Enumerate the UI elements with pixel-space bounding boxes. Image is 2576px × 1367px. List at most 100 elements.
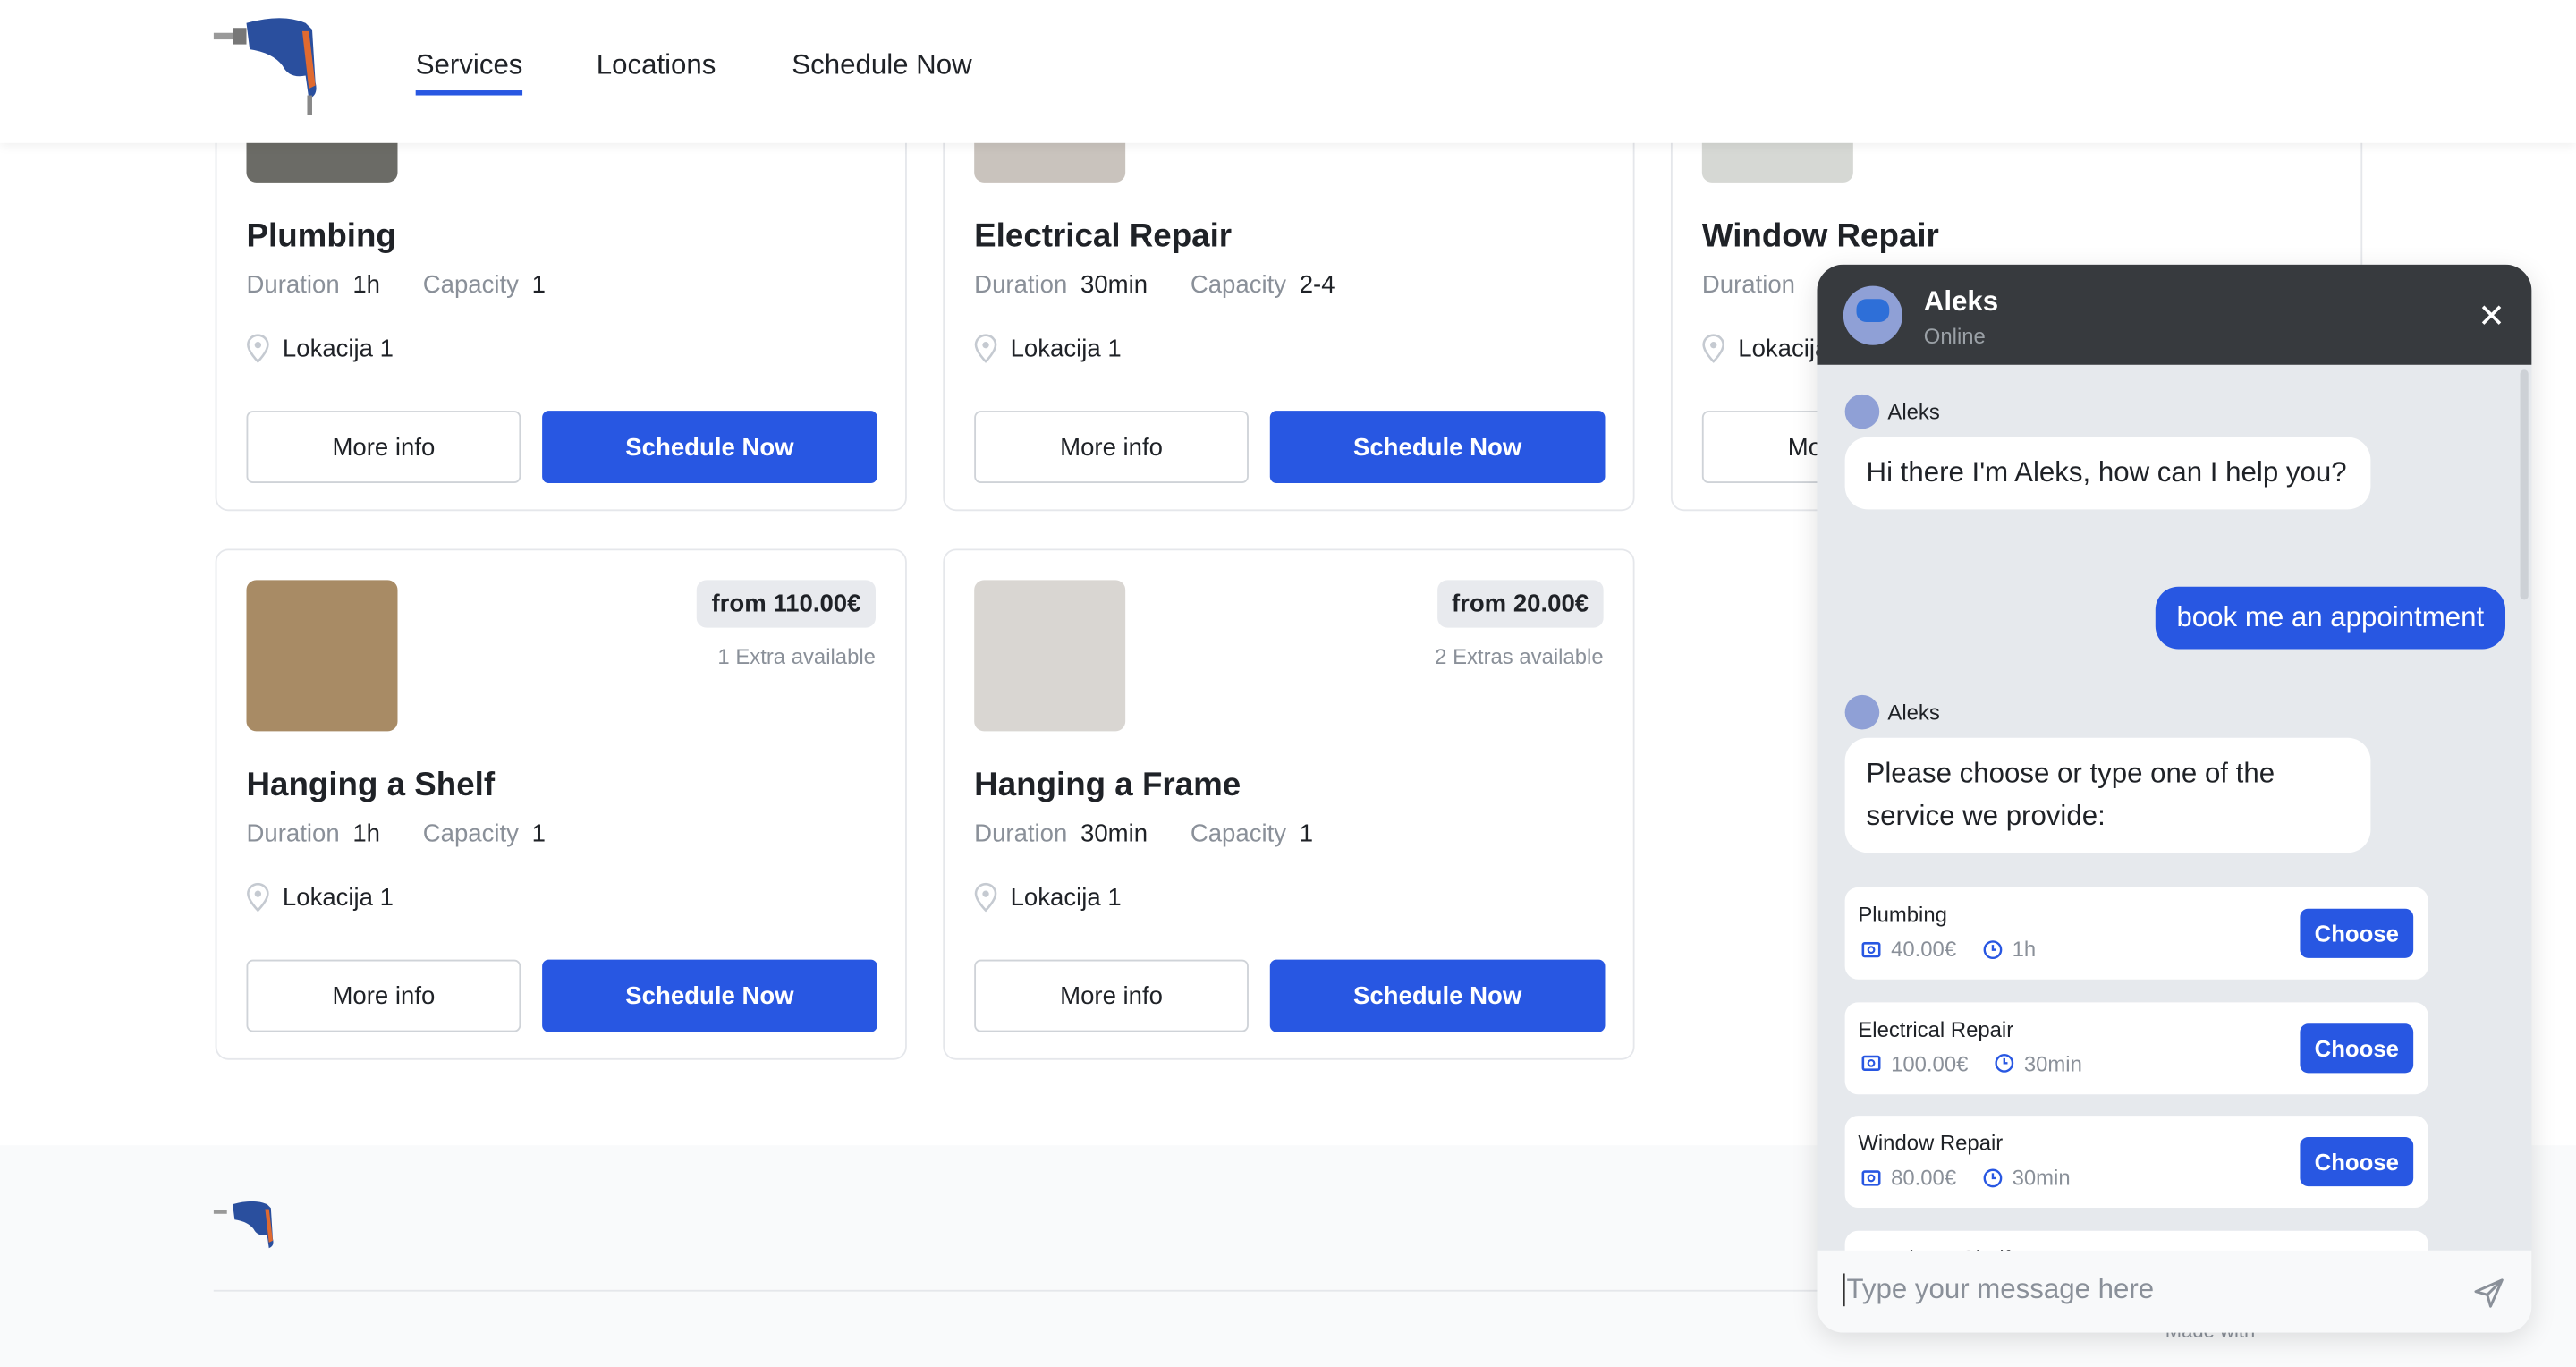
- option-duration: 1h: [2012, 936, 2037, 962]
- schedule-now-button[interactable]: Schedule Now: [542, 411, 877, 483]
- service-title: Window Repair: [1701, 218, 1939, 255]
- option-name: Plumbing: [1858, 902, 1947, 927]
- option-duration: 30min: [2012, 1165, 2071, 1190]
- service-location: Lokacija 1: [974, 334, 1122, 363]
- more-info-button[interactable]: More info: [974, 959, 1249, 1032]
- service-meta: Duration: [1702, 271, 1795, 299]
- clock-icon: [1995, 1053, 2014, 1073]
- duration-label: Duration: [246, 819, 340, 848]
- bot-message: Please choose or type one of the service…: [1844, 737, 2371, 853]
- chat-bot-name: Aleks: [1923, 285, 1999, 318]
- service-option: Window Repair 80.00€ 30min Choose: [1844, 1116, 2428, 1208]
- extras-text: 2 Extras available: [1435, 643, 1604, 669]
- more-info-button[interactable]: More info: [246, 411, 521, 483]
- money-icon: [1861, 1169, 1881, 1185]
- duration-value: 30min: [1080, 271, 1148, 300]
- service-title: Electrical Repair: [974, 218, 1233, 255]
- duration-value: 1h: [352, 271, 381, 300]
- location-name: Lokacija 1: [282, 334, 394, 362]
- schedule-now-button[interactable]: Schedule Now: [1269, 959, 1606, 1032]
- choose-button[interactable]: Choose: [2300, 1137, 2414, 1187]
- footer-drill-logo: [213, 1201, 274, 1249]
- chat-input-bar: [1817, 1250, 2532, 1333]
- money-icon: [1861, 941, 1881, 957]
- service-title: Hanging a Shelf: [246, 767, 496, 804]
- location-pin-icon: [974, 334, 997, 363]
- chat-status: Online: [1923, 323, 1986, 349]
- service-location: Lokacija 1: [247, 882, 394, 913]
- duration-label: Duration: [974, 819, 1068, 848]
- nav-locations[interactable]: Locations: [597, 49, 716, 82]
- service-image: [246, 580, 398, 732]
- chat-header: Aleks Online ✕: [1817, 264, 2532, 365]
- location-pin-icon: [1702, 334, 1725, 363]
- service-card: from 110.00€ 1 Extra available Hanging a …: [215, 548, 907, 1060]
- duration-value: 30min: [1080, 819, 1148, 848]
- choose-button[interactable]: Choose: [2300, 1023, 2414, 1073]
- location-name: Lokacija 1: [282, 883, 394, 912]
- service-meta: Duration 30min Capacity 1: [974, 820, 1343, 848]
- option-price: 80.00€: [1891, 1165, 1957, 1190]
- page: Services Locations Schedule Now Plumbing…: [0, 0, 2576, 1367]
- money-icon: [1861, 1055, 1881, 1071]
- service-meta: Duration 30min Capacity 2-4: [974, 271, 1364, 299]
- option-name: Electrical Repair: [1858, 1016, 2014, 1041]
- service-meta: Duration 1h Capacity 1: [247, 820, 576, 848]
- more-info-button[interactable]: More info: [974, 411, 1249, 483]
- close-icon[interactable]: ✕: [2478, 296, 2505, 337]
- service-meta: Duration 1h Capacity 1: [247, 271, 576, 299]
- service-location: Lokacija 1: [974, 882, 1122, 913]
- schedule-now-button[interactable]: Schedule Now: [1269, 411, 1606, 483]
- sender-name: Aleks: [1887, 399, 1940, 424]
- capacity-label: Capacity: [1190, 271, 1287, 300]
- location-name: Lokacija 1: [1010, 334, 1122, 362]
- option-price: 100.00€: [1891, 1050, 1969, 1076]
- capacity-value: 1: [531, 819, 546, 848]
- service-title: Plumbing: [246, 218, 396, 255]
- top-nav: Services Locations Schedule Now: [0, 0, 2576, 143]
- extras-text: 1 Extra available: [717, 643, 876, 669]
- service-card: from 20.00€ 2 Extras available Hanging a …: [943, 548, 1635, 1060]
- message-input[interactable]: [1843, 1273, 2436, 1307]
- duration-label: Duration: [1701, 271, 1796, 300]
- capacity-label: Capacity: [1190, 819, 1287, 848]
- message-sender: Aleks: [1844, 394, 1940, 429]
- price-badge: from 110.00€: [696, 580, 876, 628]
- chat-scrollbar[interactable]: [2520, 369, 2529, 600]
- duration-value: 1h: [352, 819, 381, 848]
- sender-name: Aleks: [1887, 700, 1940, 725]
- duration-label: Duration: [974, 271, 1068, 300]
- choose-button[interactable]: Choose: [2300, 908, 2414, 958]
- capacity-label: Capacity: [422, 819, 519, 848]
- location-pin-icon: [247, 334, 269, 363]
- chat-widget: Aleks Online ✕ Aleks Hi there I'm Aleks,…: [1817, 264, 2532, 1333]
- clock-icon: [1983, 1167, 2002, 1187]
- price-badge: from 20.00€: [1436, 580, 1604, 628]
- bot-avatar-small: [1844, 694, 1880, 730]
- location-name: Lokacija 1: [1010, 883, 1122, 912]
- option-price: 40.00€: [1891, 936, 1957, 962]
- send-icon[interactable]: [2472, 1277, 2505, 1310]
- schedule-now-button[interactable]: Schedule Now: [542, 959, 877, 1032]
- more-info-button[interactable]: More info: [246, 959, 521, 1032]
- location-pin-icon: [974, 882, 997, 913]
- location-pin-icon: [247, 882, 269, 913]
- nav-services[interactable]: Services: [415, 49, 523, 96]
- clock-icon: [1983, 939, 2002, 959]
- service-image: [974, 580, 1126, 732]
- duration-label: Duration: [246, 271, 340, 300]
- drill-logo[interactable]: [213, 16, 355, 115]
- bot-avatar-small: [1844, 394, 1880, 429]
- bot-message: Hi there I'm Aleks, how can I help you?: [1844, 437, 2371, 510]
- capacity-label: Capacity: [422, 271, 519, 300]
- nav-schedule-now[interactable]: Schedule Now: [792, 49, 971, 82]
- bot-avatar: [1843, 285, 1902, 345]
- capacity-value: 1: [531, 271, 546, 300]
- service-option: Plumbing 40.00€ 1h Choose: [1844, 887, 2428, 980]
- capacity-value: 2-4: [1299, 271, 1335, 300]
- option-name: Window Repair: [1858, 1130, 2004, 1156]
- option-duration: 30min: [2023, 1050, 2082, 1076]
- service-title: Hanging a Frame: [974, 767, 1241, 804]
- message-sender: Aleks: [1844, 694, 1940, 730]
- service-option: Electrical Repair 100.00€ 30min Choose: [1844, 1001, 2428, 1094]
